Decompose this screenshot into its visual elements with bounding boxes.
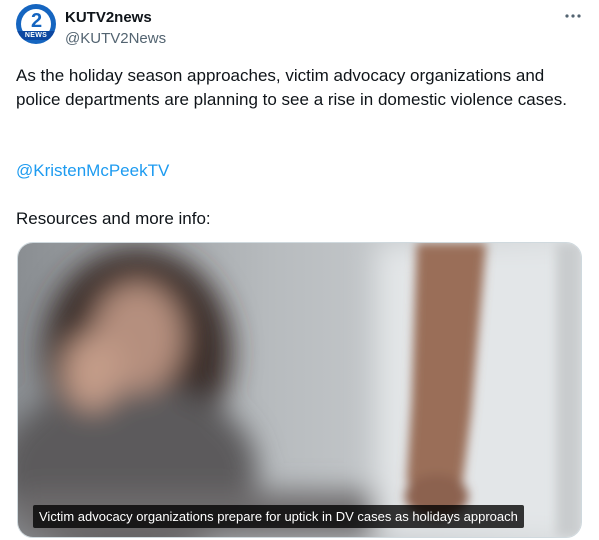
author-display-name[interactable]: KUTV2news — [65, 9, 152, 26]
resources-label: Resources and more info: — [16, 209, 211, 228]
more-options-icon[interactable] — [560, 6, 586, 26]
author-handle[interactable]: @KUTV2News — [65, 30, 166, 47]
tweet-text: As the holiday season approaches, victim… — [16, 66, 567, 109]
mention-link[interactable]: @KristenMcPeekTV — [16, 159, 169, 183]
media-caption: Victim advocacy organizations prepare fo… — [33, 505, 524, 528]
avatar-news-tag: NEWS — [16, 31, 56, 40]
tweet: 2 NEWS KUTV2news @KUTV2News As the holid… — [0, 0, 599, 540]
media-thumbnail[interactable]: Victim advocacy organizations prepare fo… — [17, 242, 582, 538]
avatar-channel-number: 2 — [30, 10, 42, 32]
blurred-photo — [18, 243, 581, 537]
more-horizontal-icon — [565, 14, 581, 18]
avatar[interactable]: 2 NEWS — [16, 4, 56, 44]
